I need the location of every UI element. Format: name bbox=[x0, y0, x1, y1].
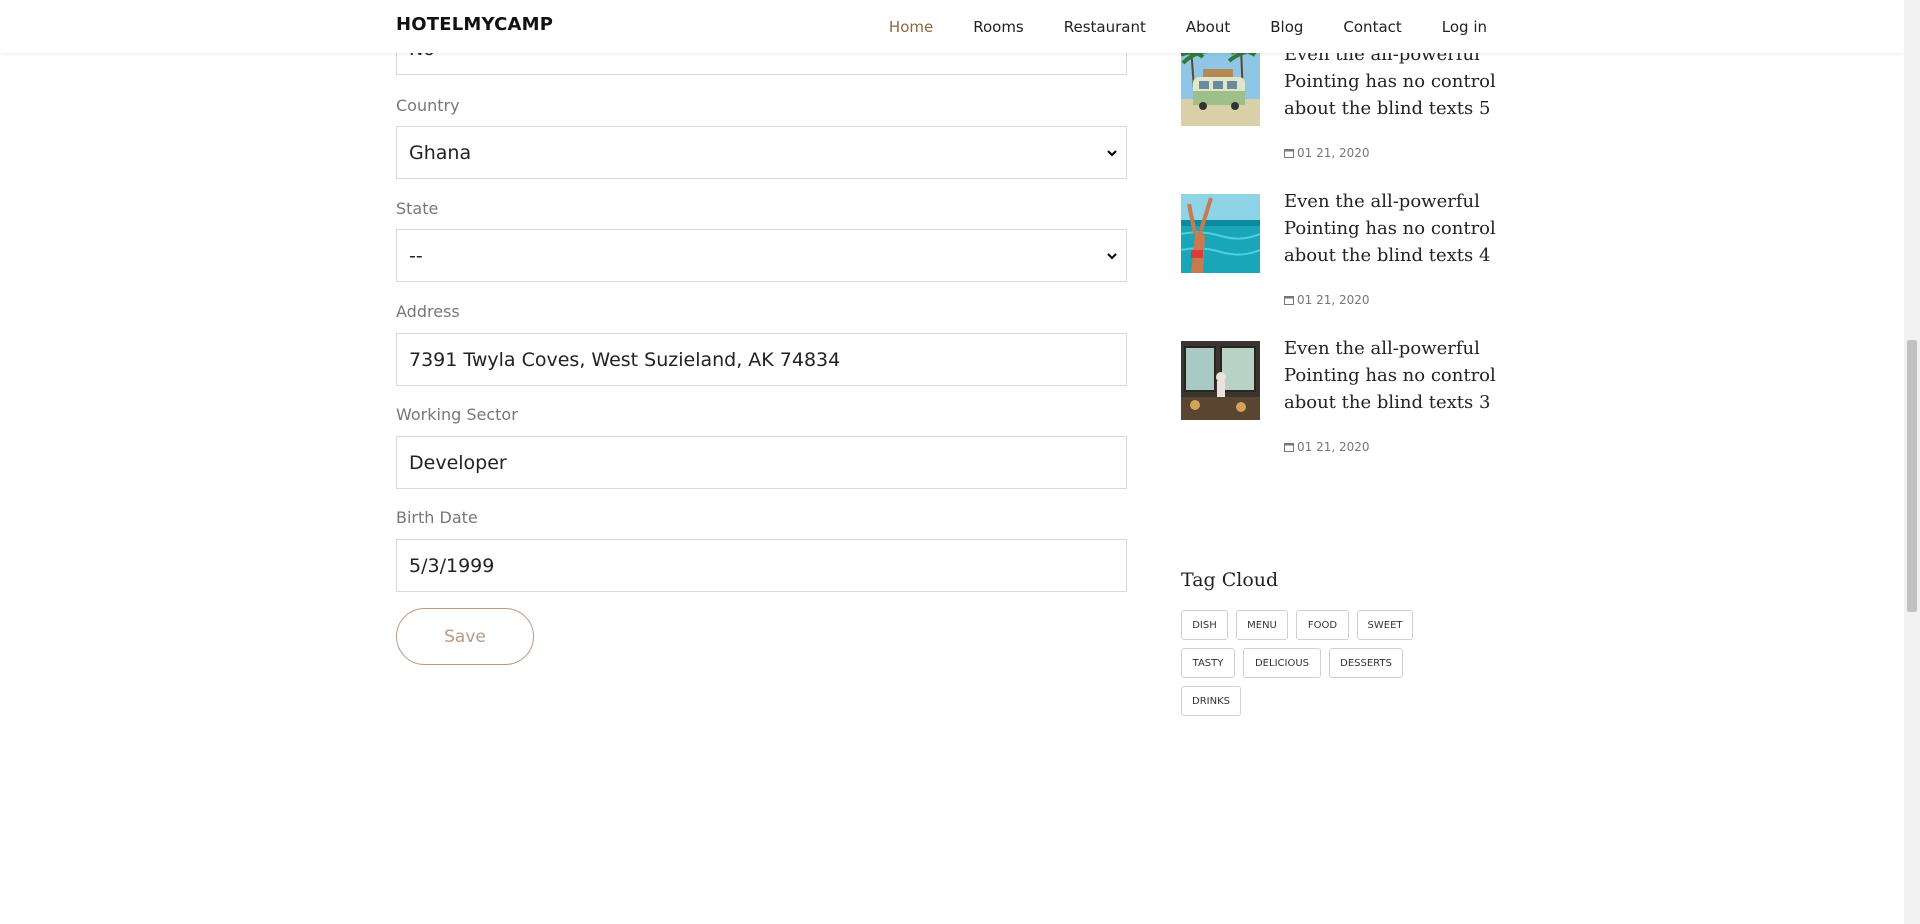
nav-blog[interactable]: Blog bbox=[1270, 18, 1303, 36]
tag-delicious[interactable]: DELICIOUS bbox=[1243, 648, 1321, 678]
address-input-value: 7391 Twyla Coves, West Suzieland, AK 748… bbox=[409, 348, 841, 371]
country-label: Country bbox=[396, 96, 460, 115]
state-select[interactable]: -- bbox=[396, 229, 1127, 282]
tag-cloud-heading: Tag Cloud bbox=[1181, 569, 1279, 591]
calendar-icon bbox=[1284, 443, 1294, 452]
chevron-down-icon bbox=[1107, 149, 1117, 156]
recent-post[interactable]: Even the all-powerful Pointing has no co… bbox=[1181, 191, 1521, 334]
page-content: No Country Ghana State -- Address 7391 T… bbox=[0, 0, 1904, 924]
sea-swimmer-image bbox=[1181, 194, 1260, 273]
post-title[interactable]: Even the all-powerful Pointing has no co… bbox=[1284, 335, 1514, 416]
nav-login[interactable]: Log in bbox=[1442, 18, 1487, 36]
post-date: 01 21, 2020 bbox=[1284, 293, 1370, 307]
country-select[interactable]: Ghana bbox=[396, 126, 1127, 179]
tag-drinks[interactable]: DRINKS bbox=[1181, 686, 1241, 716]
post-date-text: 01 21, 2020 bbox=[1297, 440, 1370, 454]
post-date: 01 21, 2020 bbox=[1284, 440, 1370, 454]
save-button[interactable]: Save bbox=[396, 608, 534, 665]
post-thumbnail[interactable] bbox=[1181, 194, 1260, 273]
working-sector-input-value: Developer bbox=[409, 451, 507, 474]
address-input[interactable]: 7391 Twyla Coves, West Suzieland, AK 748… bbox=[396, 333, 1127, 386]
post-thumbnail[interactable] bbox=[1181, 341, 1260, 420]
nav-home[interactable]: Home bbox=[889, 18, 933, 36]
tag-sweet[interactable]: SWEET bbox=[1357, 610, 1413, 640]
tag-menu[interactable]: MENU bbox=[1236, 610, 1288, 640]
post-title[interactable]: Even the all-powerful Pointing has no co… bbox=[1284, 188, 1514, 269]
state-label: State bbox=[396, 199, 439, 218]
working-sector-input[interactable]: Developer bbox=[396, 436, 1127, 489]
post-thumbnail[interactable] bbox=[1181, 47, 1260, 126]
country-select-value: Ghana bbox=[409, 141, 472, 164]
calendar-icon bbox=[1284, 149, 1294, 158]
post-title[interactable]: Even the all-powerful Pointing has no co… bbox=[1284, 41, 1514, 122]
nav-about[interactable]: About bbox=[1186, 18, 1230, 36]
working-sector-label: Working Sector bbox=[396, 405, 518, 424]
tag-desserts[interactable]: DESSERTS bbox=[1329, 648, 1403, 678]
recent-post[interactable]: Even the all-powerful Pointing has no co… bbox=[1181, 44, 1521, 187]
post-date-text: 01 21, 2020 bbox=[1297, 293, 1370, 307]
tag-food[interactable]: FOOD bbox=[1296, 610, 1349, 640]
nav-restaurant[interactable]: Restaurant bbox=[1064, 18, 1146, 36]
site-logo[interactable]: HOTELMYCAMP bbox=[396, 14, 553, 35]
state-select-value: -- bbox=[409, 244, 423, 267]
recent-post[interactable]: Even the all-powerful Pointing has no co… bbox=[1181, 338, 1521, 481]
post-date: 01 21, 2020 bbox=[1284, 146, 1370, 160]
post-date-text: 01 21, 2020 bbox=[1297, 146, 1370, 160]
tag-tasty[interactable]: TASTY bbox=[1181, 648, 1235, 678]
cafe-interior-image bbox=[1181, 341, 1260, 420]
scrollbar-thumb[interactable] bbox=[1907, 340, 1917, 612]
address-label: Address bbox=[396, 302, 460, 321]
birth-date-label: Birth Date bbox=[396, 508, 478, 527]
nav-rooms[interactable]: Rooms bbox=[973, 18, 1024, 36]
beach-van-image bbox=[1181, 47, 1260, 126]
calendar-icon bbox=[1284, 296, 1294, 305]
site-header: HOTELMYCAMP Home Rooms Restaurant About … bbox=[0, 0, 1904, 53]
chevron-down-icon bbox=[1107, 252, 1117, 259]
nav-contact[interactable]: Contact bbox=[1343, 18, 1401, 36]
birth-date-input-value: 5/3/1999 bbox=[409, 554, 495, 577]
main-nav: Home Rooms Restaurant About Blog Contact… bbox=[849, 0, 1487, 53]
birth-date-input[interactable]: 5/3/1999 bbox=[396, 539, 1127, 592]
tag-dish[interactable]: DISH bbox=[1181, 610, 1228, 640]
page-scrollbar[interactable] bbox=[1904, 0, 1920, 924]
